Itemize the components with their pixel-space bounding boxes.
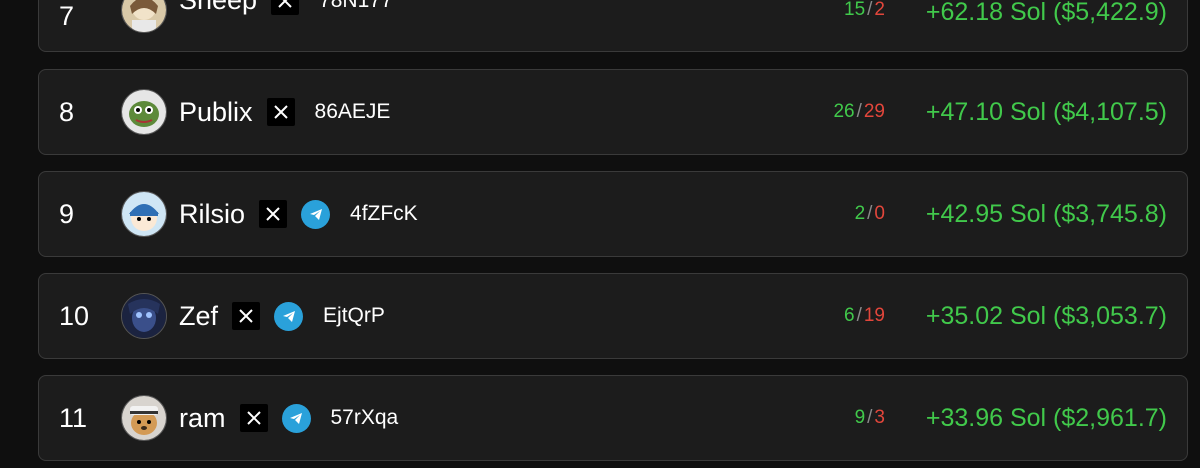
telegram-icon[interactable] [281,403,311,433]
wins-count: 15 [844,0,866,20]
wins-count: 6 [844,305,855,326]
trader-identity: Publix 86AEJE [179,97,390,128]
rank: 7 [59,1,75,31]
rank: 8 [59,96,75,127]
rank: 10 [59,300,90,331]
win-loss-ratio: 6/19 [844,305,885,327]
trader-name[interactable]: Zef [179,301,218,332]
profit-value: +62.18 Sol ($5,422.9) [925,0,1167,26]
avatar[interactable] [121,0,167,33]
wallet-address[interactable]: 86AEJE [315,100,391,124]
losses-count: 0 [874,203,885,224]
trader-identity: ram 57rXqa [179,403,398,434]
profit-value: +42.95 Sol ($3,745.8) [925,199,1167,228]
telegram-icon[interactable] [274,301,304,331]
wins-count: 9 [854,407,866,428]
losses-count: 19 [863,305,885,326]
trader-name[interactable]: Publix [179,97,253,128]
x-logo-icon[interactable] [259,200,288,228]
trader-identity: Zef EjtQrP [179,301,385,332]
trader-name[interactable]: Sheep [179,0,257,16]
avatar[interactable] [121,191,167,237]
avatar[interactable] [121,89,167,135]
x-logo-icon[interactable] [266,98,295,126]
avatar[interactable] [121,395,167,441]
rank: 9 [59,198,75,229]
rank: 11 [59,402,88,433]
wallet-address[interactable]: 4fZFcK [350,202,418,226]
trader-name[interactable]: ram [179,403,226,434]
ratio-separator: / [856,101,862,122]
losses-count: 3 [874,407,885,428]
trader-name[interactable]: Rilsio [179,199,245,230]
win-loss-ratio: 2/0 [855,203,885,225]
leaderboard: 7 Sheep 78N177 15/2 +62.18 Sol ($5,422.9… [0,0,1200,468]
ratio-separator: / [856,305,862,326]
wins-count: 26 [833,101,855,122]
avatar[interactable] [121,293,167,339]
x-logo-icon[interactable] [239,404,268,432]
trader-identity: Sheep 78N177 [179,0,393,16]
profit-value: +33.96 Sol ($2,961.7) [925,403,1167,432]
trader-identity: Rilsio 4fZFcK [179,199,418,230]
losses-count: 2 [874,0,885,20]
x-logo-icon[interactable] [271,0,300,15]
win-loss-ratio: 15/2 [844,0,885,21]
wallet-address[interactable]: EjtQrP [323,304,385,328]
telegram-icon[interactable] [301,199,331,229]
leaderboard-row[interactable]: 7 Sheep 78N177 15/2 +62.18 Sol ($5,422.9… [38,0,1188,52]
x-logo-icon[interactable] [232,302,261,330]
win-loss-ratio: 26/29 [833,101,885,123]
win-loss-ratio: 9/3 [855,407,885,429]
wallet-address[interactable]: 57rXqa [331,406,399,430]
wallet-address[interactable]: 78N177 [319,0,393,13]
losses-count: 29 [863,101,885,122]
leaderboard-row[interactable]: 8 Publix 86AEJE 26/29 +47.10 Sol ($4,107… [38,69,1188,155]
leaderboard-row[interactable]: 10 Zef EjtQrP 6/19 +35.02 Sol ($3,053.7) [38,273,1188,359]
leaderboard-row[interactable]: 9 Rilsio 4fZFcK 2/0 +42.95 Sol ($3,745.8… [38,171,1188,257]
wins-count: 2 [854,203,866,224]
profit-value: +47.10 Sol ($4,107.5) [925,97,1167,126]
profit-value: +35.02 Sol ($3,053.7) [925,301,1167,330]
leaderboard-row[interactable]: 11 ram 57rXqa 9/3 +33.96 Sol ($2,961.7) [38,375,1188,461]
